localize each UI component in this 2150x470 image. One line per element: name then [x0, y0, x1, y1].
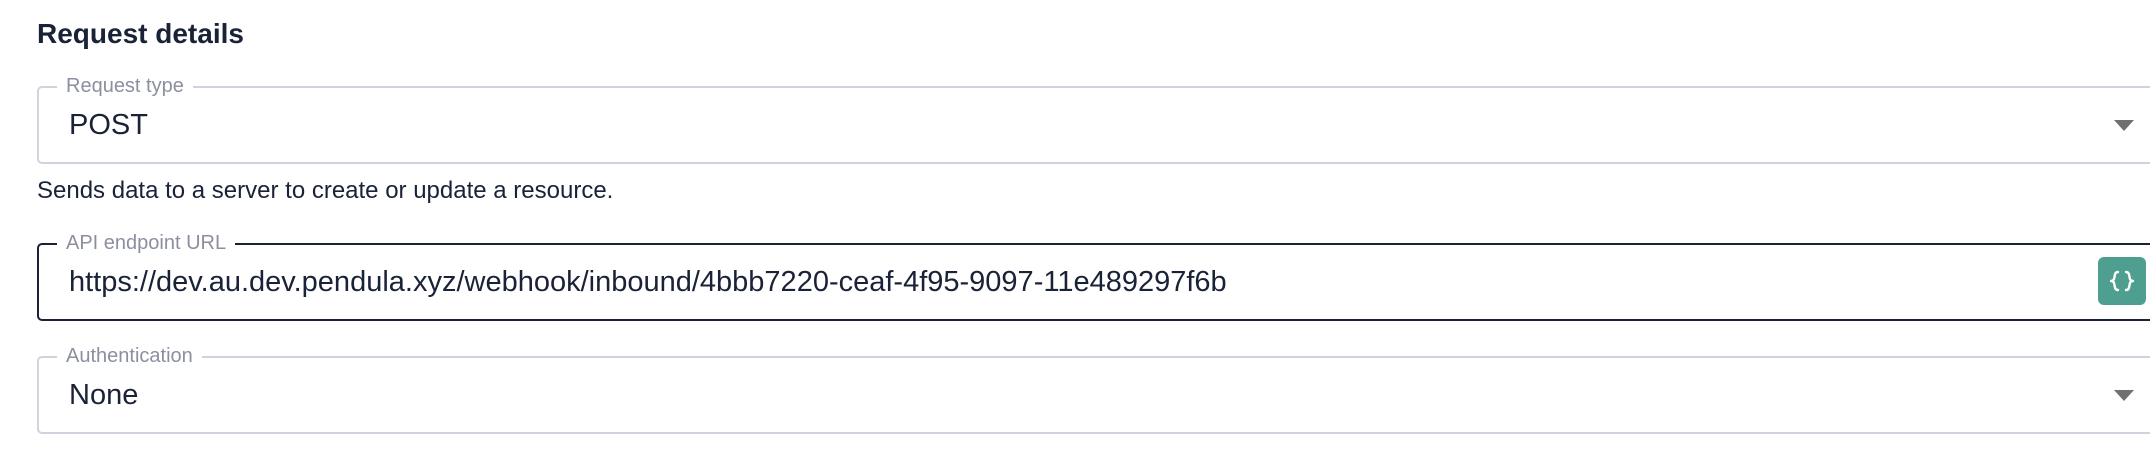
request-type-select[interactable]: Request type POST — [37, 73, 2150, 164]
api-endpoint-field[interactable]: API endpoint URL https://dev.au.dev.pend… — [37, 230, 2150, 321]
chevron-down-icon[interactable] — [2114, 390, 2134, 401]
chevron-down-icon[interactable] — [2114, 120, 2134, 131]
request-details-panel: Request details Request type POST Sends … — [0, 0, 2150, 470]
curly-braces-icon — [2109, 270, 2135, 292]
insert-variable-button[interactable] — [2098, 257, 2146, 305]
request-type-helper-text: Sends data to a server to create or upda… — [37, 177, 614, 204]
authentication-select[interactable]: Authentication None — [37, 343, 2150, 434]
api-endpoint-input[interactable]: https://dev.au.dev.pendula.xyz/webhook/i… — [69, 245, 1227, 319]
authentication-value: None — [69, 379, 139, 411]
request-type-value: POST — [69, 109, 148, 141]
section-title: Request details — [37, 18, 244, 49]
